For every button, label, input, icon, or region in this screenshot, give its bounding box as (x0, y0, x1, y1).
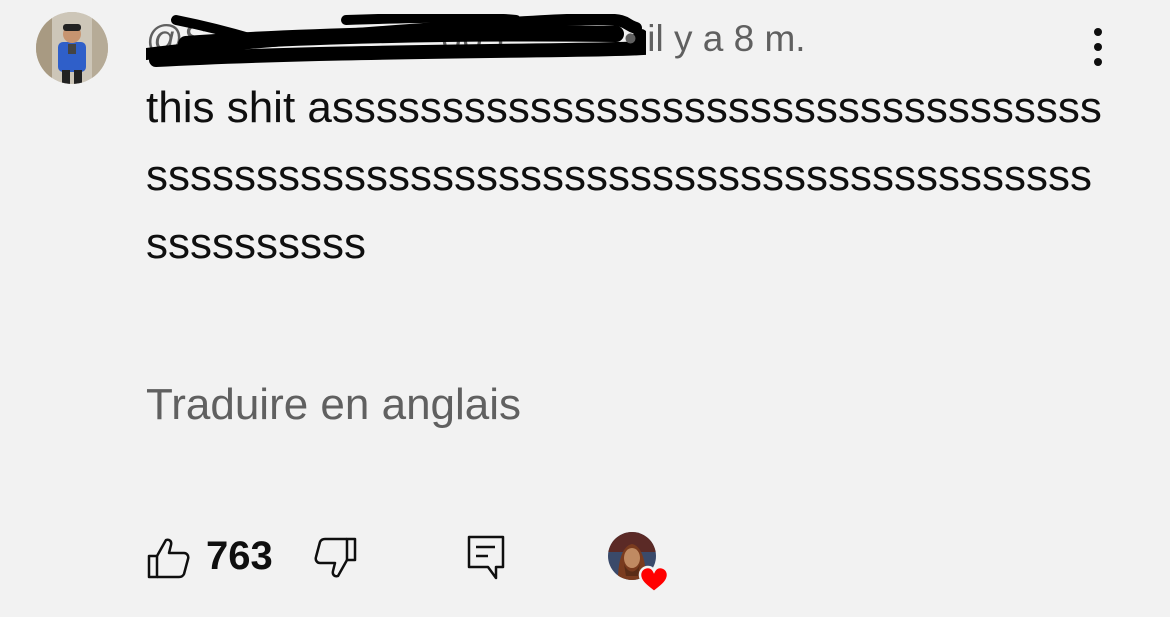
commenter-avatar[interactable] (36, 12, 108, 84)
redaction-scribble (146, 14, 646, 67)
more-vert-icon[interactable] (1086, 26, 1110, 70)
translate-link[interactable]: Traduire en anglais (146, 380, 521, 430)
like-count: 763 (206, 534, 273, 578)
comment-header: @S___________005 • il y a 8 m. (146, 14, 1046, 70)
reply-comment-icon[interactable] (466, 534, 506, 580)
comment-text: this shit asssssssssssssssssssssssssssss… (146, 83, 1102, 268)
comment-timestamp: • il y a 8 m. (624, 18, 806, 59)
thumb-up-icon[interactable] (146, 536, 190, 580)
comment-action-bar: 763 (0, 520, 1170, 600)
thumb-down-icon[interactable] (314, 536, 358, 580)
creator-heart-icon (608, 532, 672, 594)
